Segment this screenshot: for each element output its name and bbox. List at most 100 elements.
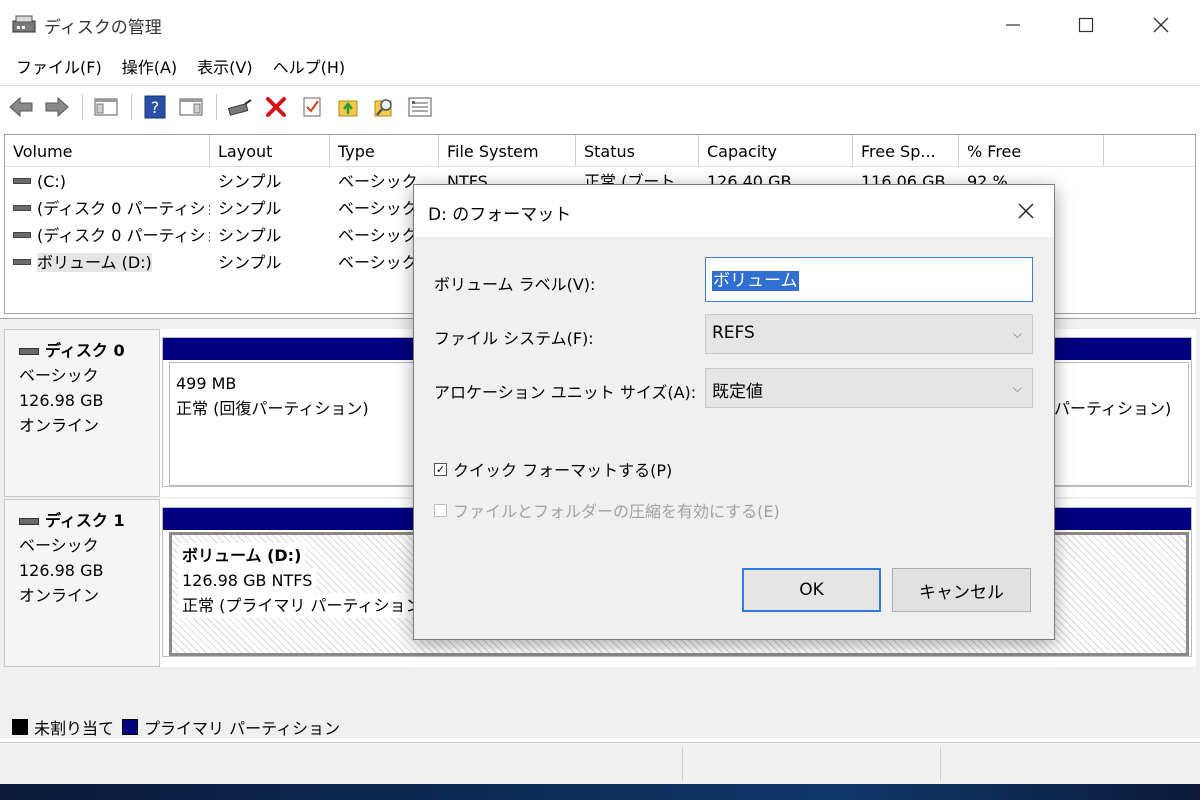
column-header-percent-free[interactable]: % Free — [959, 135, 1104, 167]
delete-button[interactable] — [261, 92, 291, 122]
menu-bar: ファイル(F) 操作(A) 表示(V) ヘルプ(H) — [0, 52, 1200, 84]
legend-unallocated-label: 未割り当て — [34, 719, 115, 738]
volume-icon — [13, 259, 31, 265]
layout-cell: シンプル — [218, 253, 282, 272]
volume-icon — [13, 178, 31, 184]
close-icon — [1153, 17, 1169, 33]
checkbox-unchecked-icon — [434, 503, 447, 517]
forward-icon — [45, 96, 69, 117]
column-header-volume[interactable]: Volume — [5, 135, 210, 167]
connect-disk-icon — [227, 98, 252, 116]
volume-label-value: ボリューム — [712, 271, 799, 291]
disk-management-app-icon — [12, 15, 36, 33]
back-button[interactable] — [6, 92, 36, 122]
volume-label-label: ボリューム ラベル(V): — [434, 275, 596, 294]
menu-action[interactable]: 操作(A) — [112, 53, 187, 83]
ok-button[interactable]: OK — [742, 568, 881, 612]
toolbar-separator — [131, 93, 132, 120]
toolbar: ? — [0, 85, 1200, 127]
properties-button[interactable] — [297, 92, 327, 122]
toolbar-separator — [216, 93, 217, 120]
search-button[interactable] — [369, 92, 399, 122]
volume-name: (ディスク 0 パーティショ... — [37, 199, 210, 218]
file-system-select[interactable]: REFS ⌵ — [705, 314, 1033, 354]
cancel-button[interactable]: キャンセル — [892, 568, 1031, 612]
dialog-title-bar: D: のフォーマット — [414, 185, 1054, 237]
disk-name: ディスク 0 — [45, 341, 125, 360]
disk-0-info[interactable]: ディスク 0 ベーシック 126.98 GB オンライン — [4, 329, 160, 497]
help-button[interactable]: ? — [140, 92, 170, 122]
system-partition[interactable]: パーティション) — [1047, 362, 1189, 486]
disk-size: 126.98 GB — [19, 561, 104, 580]
disk-state: オンライン — [19, 416, 100, 435]
delete-icon — [266, 96, 286, 117]
layout-cell: シンプル — [218, 226, 282, 245]
disk-state: オンライン — [19, 586, 100, 605]
layout-cell: シンプル — [218, 172, 282, 191]
column-header-capacity[interactable]: Capacity — [699, 135, 853, 167]
enable-compression-label: ファイルとフォルダーの圧縮を有効にする(E) — [453, 502, 780, 521]
disk-icon — [19, 348, 39, 355]
show-hide-console-tree-button[interactable] — [91, 92, 121, 122]
toolbar-separator — [82, 93, 83, 120]
taskbar-strip — [0, 784, 1200, 800]
volume-name: ボリューム (D:) — [37, 253, 152, 272]
show-hide-action-pane-button[interactable] — [176, 92, 206, 122]
column-header-file-system[interactable]: File System — [439, 135, 576, 167]
search-icon — [374, 98, 392, 116]
volume-label-input[interactable]: ボリューム — [705, 257, 1033, 302]
allocation-unit-size-select[interactable]: 既定値 ⌵ — [705, 368, 1033, 408]
back-icon — [9, 96, 33, 117]
legend-primary-swatch — [122, 719, 139, 735]
allocation-unit-size-label: アロケーション ユニット サイズ(A): — [434, 383, 697, 402]
disk-management-window: ディスクの管理 ファイル(F) 操作(A) 表示(V) ヘルプ(H) ? Vol… — [0, 0, 1200, 800]
folder-up-icon — [338, 100, 358, 116]
file-system-value: REFS — [712, 323, 755, 343]
column-header-layout[interactable]: Layout — [210, 135, 330, 167]
checkbox-checked-icon: ✓ — [434, 462, 447, 476]
svg-text:?: ? — [151, 98, 160, 117]
open-folder-button[interactable] — [333, 92, 363, 122]
partition-status: 正常 (プライマリ パーティション) — [178, 593, 432, 618]
connect-disk-button[interactable] — [225, 92, 255, 122]
chevron-down-icon: ⌵ — [1012, 381, 1022, 395]
menu-view[interactable]: 表示(V) — [187, 53, 262, 83]
volume-list-header: Volume Layout Type File System Status Ca… — [5, 135, 1195, 167]
enable-compression-checkbox[interactable]: ファイルとフォルダーの圧縮を有効にする(E) — [434, 498, 780, 522]
disk-icon — [19, 518, 39, 525]
menu-file[interactable]: ファイル(F) — [6, 53, 112, 83]
quick-format-checkbox[interactable]: ✓ クイック フォーマットする(P) — [434, 457, 672, 481]
help-icon: ? — [144, 95, 166, 118]
column-header-type[interactable]: Type — [330, 135, 439, 167]
column-header-free-space[interactable]: Free Sp... — [853, 135, 959, 167]
column-header-status[interactable]: Status — [576, 135, 699, 167]
disk-type: ベーシック — [19, 366, 99, 385]
minimize-icon — [1006, 24, 1020, 26]
details-list-button[interactable] — [405, 92, 435, 122]
file-system-label: ファイル システム(F): — [434, 329, 594, 348]
disk-type: ベーシック — [19, 536, 99, 555]
close-icon — [1018, 203, 1034, 219]
partition-name: ボリューム (D:) — [178, 543, 306, 568]
volume-cell: (C:) — [5, 168, 210, 195]
allocation-unit-size-value: 既定値 — [712, 382, 763, 402]
partition-size: 126.98 GB NTFS — [178, 568, 317, 593]
properties-list-icon — [408, 97, 432, 116]
dialog-title: D: のフォーマット — [428, 205, 572, 225]
disk-1-info[interactable]: ディスク 1 ベーシック 126.98 GB オンライン — [4, 499, 160, 667]
forward-button[interactable] — [42, 92, 72, 122]
volume-cell: ボリューム (D:) — [5, 249, 210, 276]
maximize-button[interactable] — [1063, 8, 1109, 42]
volume-name: (C:) — [37, 172, 67, 191]
dialog-close-button[interactable] — [1008, 195, 1044, 227]
volume-cell: (ディスク 0 パーティショ... — [5, 222, 210, 249]
close-button[interactable] — [1138, 8, 1184, 42]
volume-icon — [13, 232, 31, 238]
status-segment — [940, 747, 941, 781]
minimize-button[interactable] — [990, 8, 1036, 42]
disk-name: ディスク 1 — [45, 511, 125, 530]
quick-format-label: クイック フォーマットする(P) — [453, 461, 673, 480]
recovery-partition[interactable]: 499 MB 正常 (回復パーティション) — [169, 362, 419, 486]
legend-unallocated-swatch — [12, 719, 28, 735]
menu-help[interactable]: ヘルプ(H) — [263, 53, 356, 83]
